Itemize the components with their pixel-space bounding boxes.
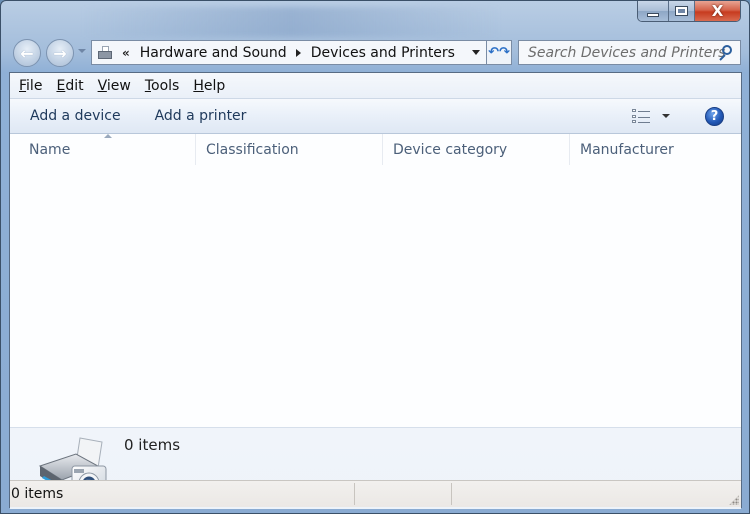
help-icon[interactable]: ? [705,107,724,126]
change-view-dropdown[interactable] [662,114,670,118]
maximize-icon [675,6,688,16]
search-placeholder: Search Devices and Printers [528,44,726,61]
address-bar[interactable]: « Hardware and Sound Devices and Printer… [91,40,487,65]
forward-button[interactable]: → [46,39,74,67]
menu-edit[interactable]: Edit [56,78,83,94]
titlebar-background [81,7,501,37]
add-printer-button[interactable]: Add a printer [155,108,247,124]
search-icon[interactable] [718,45,732,61]
explorer-window: X ← → « Hardware and Sound Devices and P… [0,0,750,514]
forward-arrow-icon: → [53,43,67,63]
device-list[interactable] [10,165,741,427]
breadcrumb-overflow-button[interactable]: « [122,46,130,60]
close-icon: X [711,2,724,20]
status-item-count: 0 items [11,486,64,502]
back-button[interactable]: ← [13,39,41,67]
status-bar: 0 items [10,480,741,507]
breadcrumb-separator-icon[interactable] [295,48,301,57]
search-input[interactable]: Search Devices and Printers [518,40,741,65]
resize-grip[interactable] [729,495,739,505]
menu-bar: File Edit View Tools Help [10,73,741,99]
caption-buttons: X [637,1,741,22]
add-device-button[interactable]: Add a device [30,108,121,124]
address-history-dropdown[interactable] [472,50,480,55]
status-divider [354,483,355,505]
details-item-count: 0 items [124,436,181,454]
breadcrumb-hardware-and-sound[interactable]: Hardware and Sound [140,45,287,61]
recent-pages-dropdown[interactable] [78,49,86,53]
command-bar: Add a device Add a printer ? [10,99,741,134]
column-header-device-category[interactable]: Device category [383,134,570,165]
refresh-button[interactable]: ↶↷ [487,40,512,65]
back-arrow-icon: ← [20,43,34,63]
menu-help[interactable]: Help [193,78,225,94]
maximize-button[interactable] [668,1,694,21]
menu-view[interactable]: View [98,78,131,94]
close-button[interactable]: X [694,1,740,21]
menu-file[interactable]: File [19,78,42,94]
menu-tools[interactable]: Tools [145,78,180,94]
refresh-icon: ↶↷ [488,45,510,60]
devices-printers-icon [96,45,116,60]
sort-ascending-icon [104,134,112,138]
column-header: Name Classification Device category Manu… [10,134,741,165]
column-header-manufacturer[interactable]: Manufacturer [570,134,740,165]
column-header-classification[interactable]: Classification [196,134,383,165]
status-divider [451,483,452,505]
column-header-name[interactable]: Name [10,134,196,165]
details-view-icon[interactable] [632,109,650,124]
client-area: File Edit View Tools Help Add a device A… [9,72,742,509]
minimize-icon [647,13,659,17]
breadcrumb-devices-and-printers[interactable]: Devices and Printers [311,45,455,61]
minimize-button[interactable] [638,1,668,21]
